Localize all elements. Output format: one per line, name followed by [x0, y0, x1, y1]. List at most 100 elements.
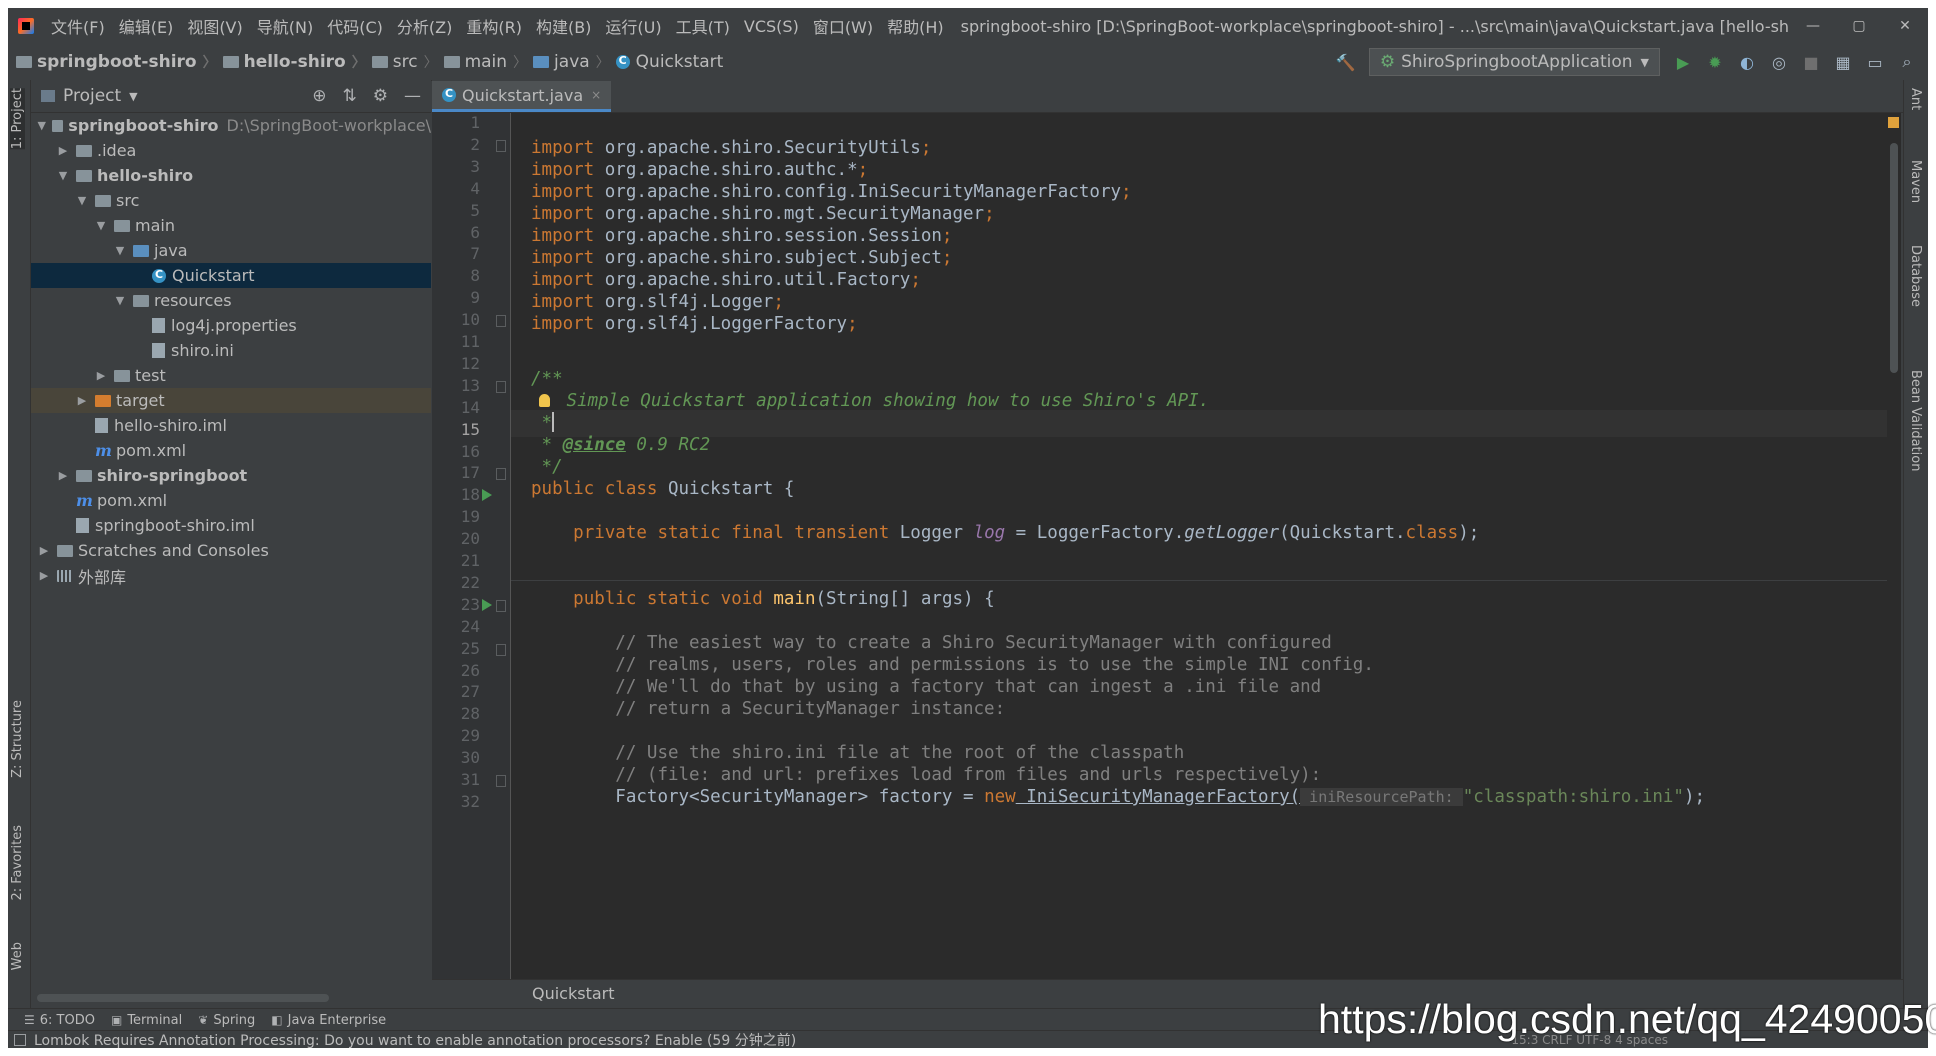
tree-item[interactable]: ▶ test — [31, 363, 431, 388]
project-view-selector[interactable]: Project — [63, 86, 121, 106]
minimize-button[interactable]: — — [1790, 18, 1836, 34]
breadcrumb-java[interactable]: java 〉 — [533, 52, 616, 72]
expanded-arrow-icon[interactable]: ▼ — [113, 294, 127, 307]
web-tool-tab[interactable]: Web — [10, 942, 25, 970]
horizontal-scrollbar[interactable] — [37, 994, 329, 1002]
tree-item[interactable]: ▼ java — [31, 238, 431, 263]
structure-tool-tab[interactable]: Z: Structure — [10, 700, 25, 778]
favorites-tool-tab[interactable]: 2: Favorites — [10, 825, 25, 901]
maven-tool-tab[interactable]: Maven — [1908, 160, 1923, 203]
expanded-arrow-icon[interactable]: ▼ — [56, 169, 70, 182]
collapsed-arrow-icon[interactable]: ▶ — [94, 369, 108, 382]
tree-item[interactable]: m pom.xml — [31, 488, 431, 513]
tree-item[interactable]: ▶ target — [31, 388, 431, 413]
expanded-arrow-icon[interactable]: ▼ — [94, 219, 108, 232]
locate-icon[interactable]: ⊕ — [312, 86, 326, 106]
tree-item[interactable]: hello-shiro.iml — [31, 413, 431, 438]
collapsed-arrow-icon[interactable]: ▶ — [37, 569, 51, 582]
stop-icon[interactable]: ■ — [1802, 53, 1820, 72]
tree-item[interactable]: ▶ .idea — [31, 138, 431, 163]
fold-marker-icon[interactable] — [496, 380, 506, 393]
coverage-icon[interactable]: ◐ — [1738, 53, 1756, 72]
fold-marker-icon[interactable] — [496, 775, 506, 787]
fold-marker-icon[interactable] — [496, 599, 506, 612]
collapsed-arrow-icon[interactable]: ▶ — [37, 544, 51, 557]
gear-icon[interactable]: ⚙ — [373, 86, 388, 106]
code-editor[interactable]: import org.apache.shiro.SecurityUtils; im… — [511, 113, 1901, 979]
collapse-all-icon[interactable]: ⇅ — [343, 86, 357, 106]
lightbulb-icon[interactable] — [539, 394, 550, 407]
breadcrumb-src[interactable]: src 〉 — [371, 52, 444, 72]
menu-help[interactable]: 帮助(H) — [880, 14, 951, 38]
expanded-arrow-icon[interactable]: ▼ — [37, 119, 46, 132]
status-message[interactable]: Lombok Requires Annotation Processing: D… — [34, 1030, 796, 1048]
tree-item[interactable]: ▼ src — [31, 188, 431, 213]
close-button[interactable]: ✕ — [1882, 18, 1928, 34]
tree-item[interactable]: ▼ resources — [31, 288, 431, 313]
menu-analyze[interactable]: 分析(Z) — [390, 14, 459, 38]
project-structure-icon[interactable]: ▦ — [1834, 53, 1852, 72]
breadcrumb-main[interactable]: main 〉 — [443, 52, 533, 72]
tool-window-button[interactable]: ◧ Java Enterprise — [271, 1013, 386, 1028]
warning-marker-icon[interactable] — [1888, 117, 1899, 128]
debug-icon[interactable]: ✹ — [1706, 53, 1724, 72]
status-toggle-icon[interactable] — [14, 1034, 26, 1046]
tree-item[interactable]: ▼ springboot-shiro D:\SpringBoot-workplace… — [31, 113, 432, 138]
tree-item[interactable]: m pom.xml — [31, 438, 431, 463]
tree-item[interactable]: ▶ 外部库 — [31, 563, 431, 588]
terminal-window-icon[interactable]: ▭ — [1866, 53, 1884, 72]
collapsed-arrow-icon[interactable]: ▶ — [56, 469, 70, 482]
menu-code[interactable]: 代码(C) — [320, 14, 390, 38]
collapsed-arrow-icon[interactable]: ▶ — [56, 144, 70, 157]
vertical-scrollbar[interactable] — [1887, 113, 1901, 979]
run-icon[interactable]: ▶ — [1674, 53, 1692, 72]
tree-item[interactable]: Quickstart — [31, 263, 431, 288]
chevron-down-icon[interactable]: ▼ — [129, 90, 137, 103]
expanded-arrow-icon[interactable]: ▼ — [113, 244, 127, 257]
menu-vcs[interactable]: VCS(S) — [737, 17, 806, 36]
run-gutter-icon[interactable] — [482, 598, 492, 611]
tree-item[interactable]: ▼ main — [31, 213, 431, 238]
menu-edit[interactable]: 编辑(E) — [112, 14, 181, 38]
database-tool-tab[interactable]: Database — [1908, 245, 1923, 307]
menu-run[interactable]: 运行(U) — [598, 14, 668, 38]
menu-navigate[interactable]: 导航(N) — [250, 14, 320, 38]
profile-icon[interactable]: ◎ — [1770, 53, 1788, 72]
build-hammer-icon[interactable]: 🔨 — [1336, 53, 1356, 72]
tool-window-button[interactable]: ▣ Terminal — [111, 1013, 182, 1028]
expanded-arrow-icon[interactable]: ▼ — [75, 194, 89, 207]
menu-window[interactable]: 窗口(W) — [806, 14, 880, 38]
bean-validation-tool-tab[interactable]: Bean Validation — [1908, 370, 1923, 471]
fold-marker-icon[interactable] — [496, 139, 506, 152]
tree-item[interactable]: ▼ hello-shiro — [31, 163, 431, 188]
tree-item[interactable]: springboot-shiro.iml — [31, 513, 431, 538]
restore-button[interactable]: ▢ — [1836, 18, 1882, 34]
tab-quickstart-java[interactable]: Quickstart.java × — [432, 81, 612, 112]
code-breadcrumb-item[interactable]: Quickstart — [532, 984, 615, 1003]
menu-build[interactable]: 构建(B) — [529, 14, 598, 38]
scrollbar-thumb[interactable] — [1890, 143, 1898, 373]
tree-item[interactable]: log4j.properties — [31, 313, 431, 338]
fold-marker-icon[interactable] — [496, 643, 506, 656]
fold-marker-icon[interactable] — [496, 468, 506, 481]
ant-tool-tab[interactable]: Ant — [1908, 88, 1923, 110]
menu-view[interactable]: 视图(V) — [180, 14, 249, 38]
tree-item[interactable]: ▶ shiro-springboot — [31, 463, 431, 488]
line-number-gutter[interactable]: 1 2 3 4 5 6 7 8 9 10 11 12 13 14 15 16 17 18 19 20 21 22 23 24 2… — [432, 113, 511, 979]
run-gutter-icon[interactable] — [482, 489, 492, 502]
tree-item[interactable]: shiro.ini — [31, 338, 431, 363]
hide-icon[interactable]: — — [404, 86, 421, 106]
tool-window-button[interactable]: ❦ Spring — [198, 1013, 255, 1028]
menu-refactor[interactable]: 重构(R) — [459, 14, 529, 38]
search-icon[interactable]: ⌕ — [1898, 52, 1916, 71]
breadcrumb-module[interactable]: hello-shiro 〉 — [222, 52, 372, 72]
breadcrumb-class[interactable]: Quickstart — [615, 52, 723, 72]
run-configuration-selector[interactable]: ⚙ ShiroSpringbootApplication ▼ — [1368, 48, 1660, 76]
fold-marker-icon[interactable] — [496, 315, 506, 328]
close-tab-icon[interactable]: × — [591, 88, 601, 102]
tree-item[interactable]: ▶ Scratches and Consoles — [31, 538, 431, 563]
menu-tools[interactable]: 工具(T) — [669, 14, 737, 38]
breadcrumb-project[interactable]: springboot-shiro 〉 — [16, 52, 223, 72]
menu-file[interactable]: 文件(F) — [44, 14, 112, 38]
collapsed-arrow-icon[interactable]: ▶ — [75, 394, 89, 407]
